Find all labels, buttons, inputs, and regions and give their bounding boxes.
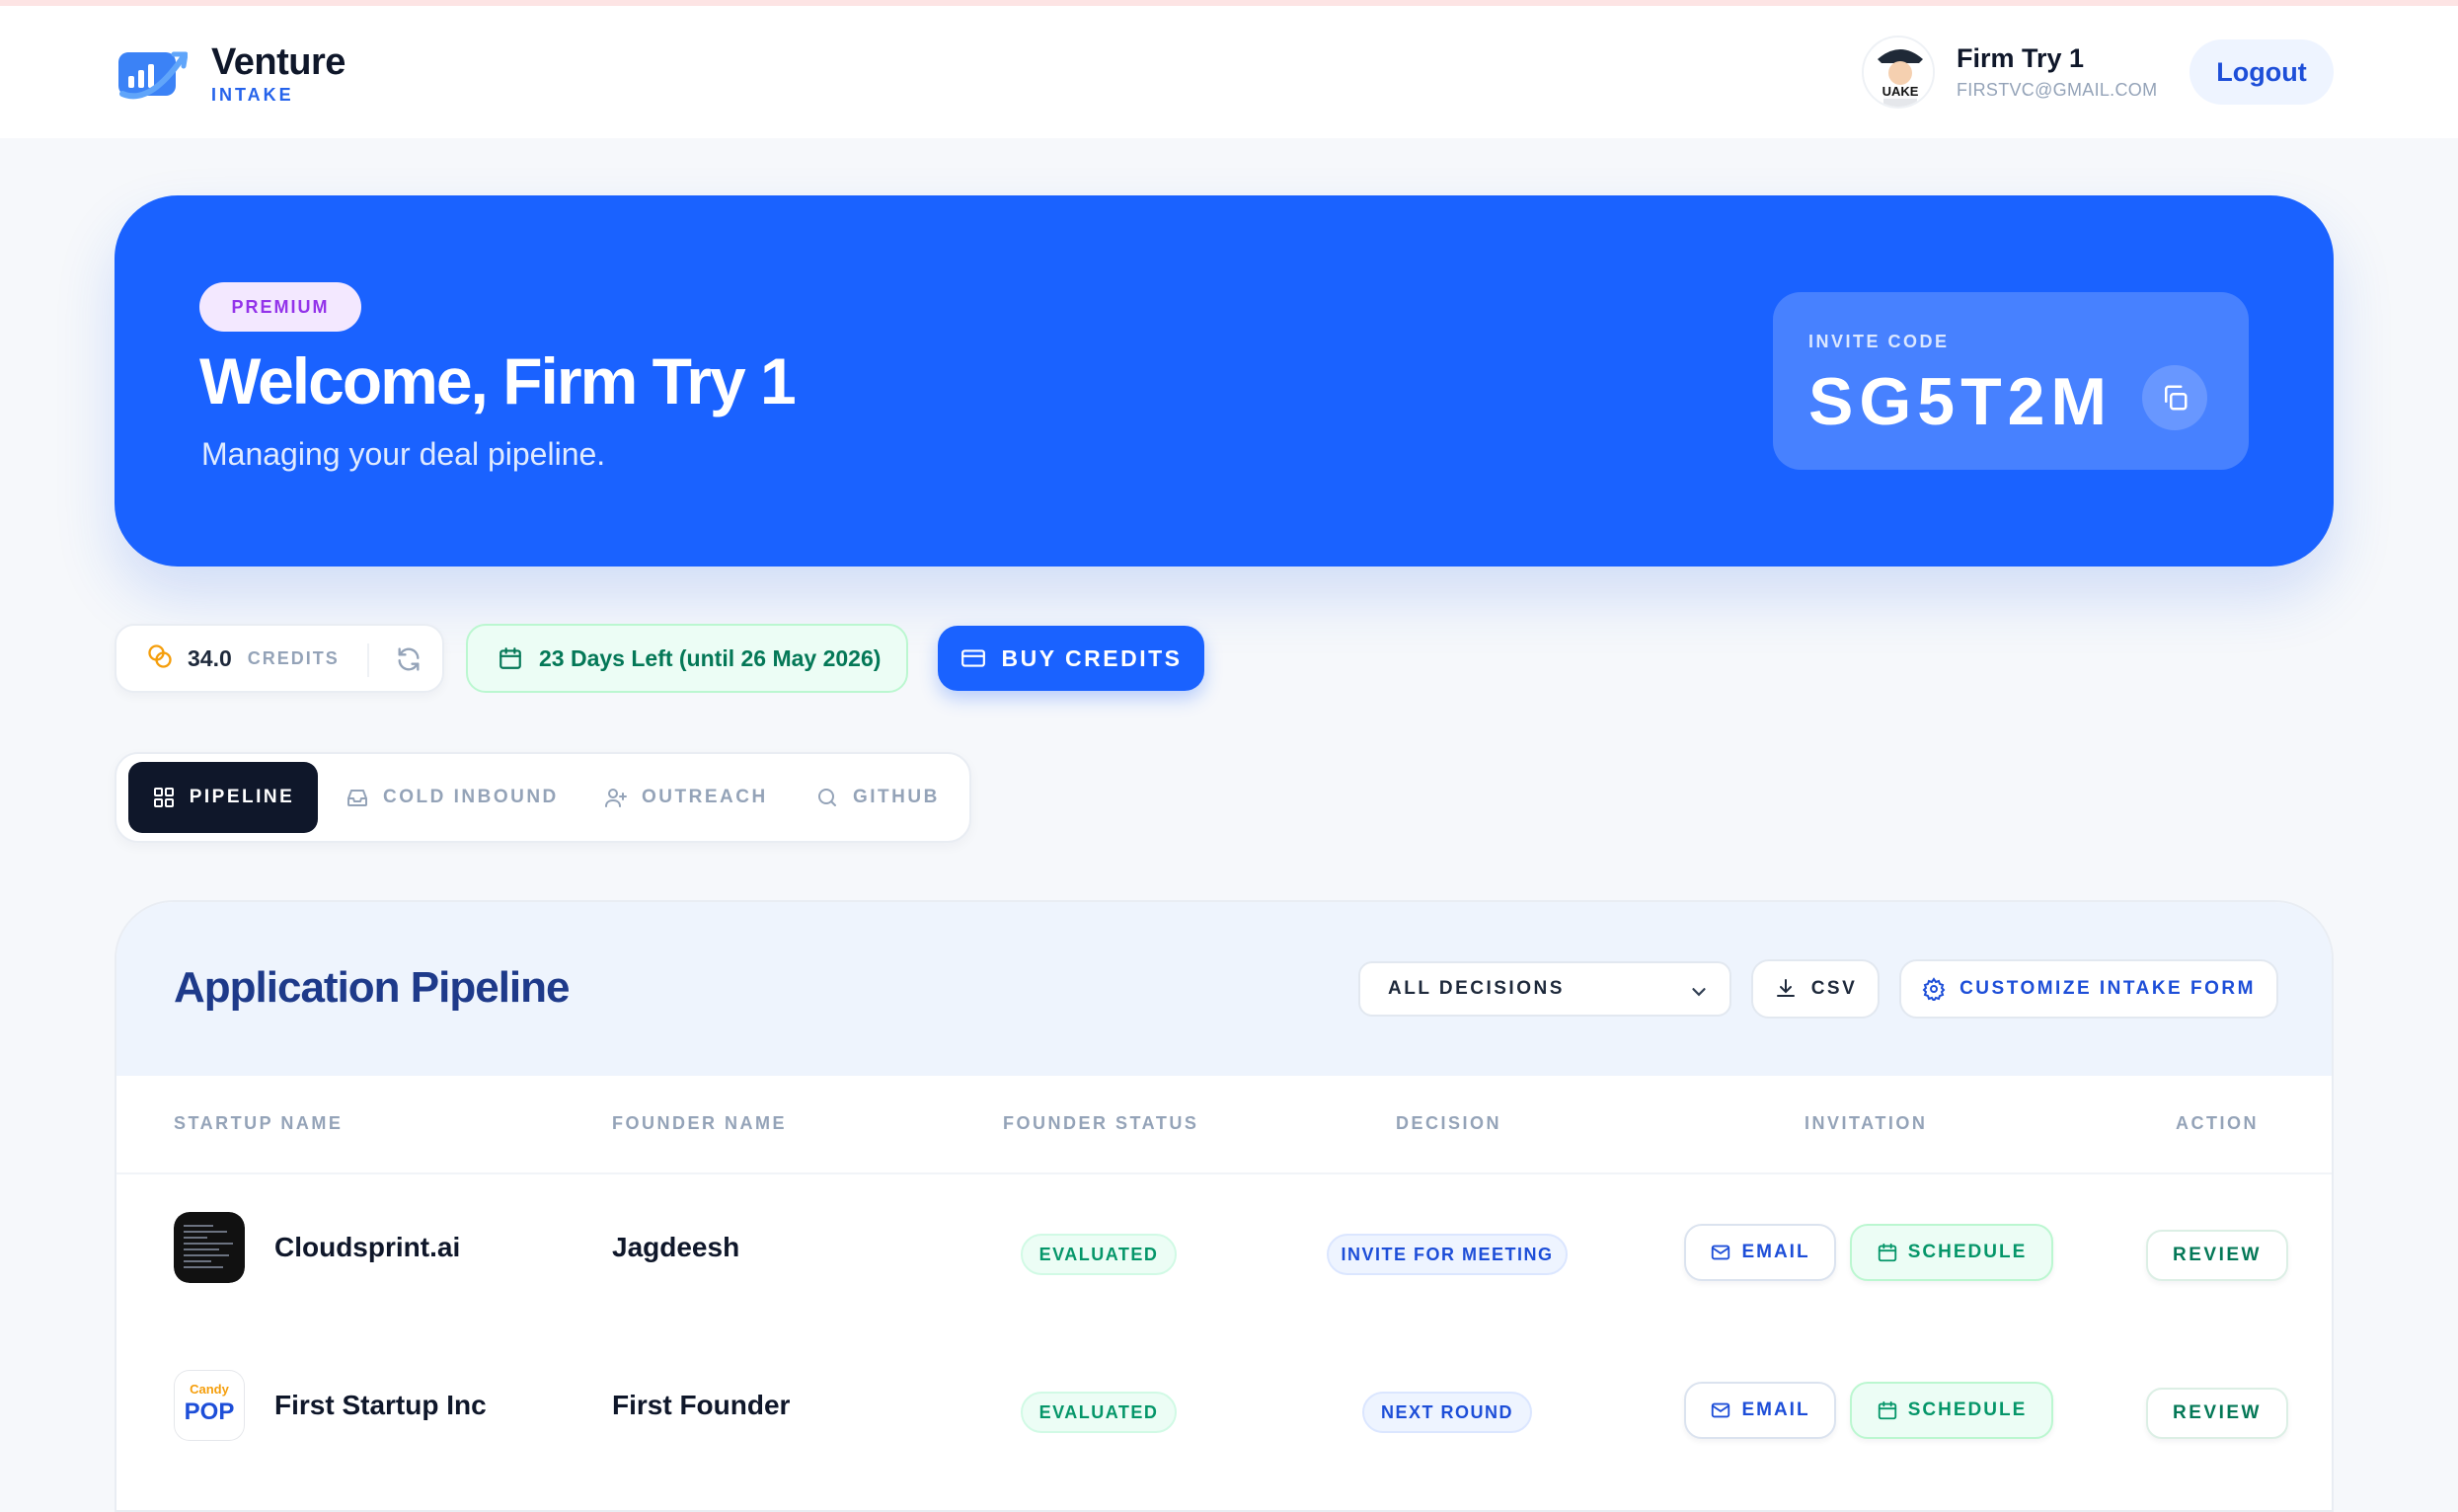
app-logo[interactable]: Venture INTAKE: [115, 41, 346, 106]
svg-text:UAKE: UAKE: [1882, 84, 1919, 99]
subscription-days-left: 23 Days Left (until 26 May 2026): [466, 624, 908, 693]
welcome-subtitle: Managing your deal pipeline.: [201, 436, 606, 472]
welcome-title: Welcome, Firm Try 1: [199, 344, 797, 417]
startup-name: First Startup Inc: [274, 1390, 487, 1420]
customize-label: CUSTOMIZE INTAKE FORM: [1959, 978, 2256, 999]
calendar-icon: [499, 647, 521, 669]
chevron-down-icon: [1692, 988, 1706, 997]
calendar-icon: [1878, 1243, 1896, 1262]
app-header: Venture INTAKE UAKE Firm Try 1 FIRSTVC@G…: [0, 6, 2458, 138]
customize-intake-form-button[interactable]: CUSTOMIZE INTAKE FORM: [1899, 959, 2278, 1019]
mail-icon: [1712, 1245, 1730, 1260]
mail-icon: [1712, 1402, 1730, 1418]
logo-chart-icon: [115, 46, 189, 102]
days-left-text: 23 Days Left (until 26 May 2026): [539, 644, 882, 671]
column-header-action: ACTION: [2176, 1113, 2259, 1133]
tab-github[interactable]: GITHUB: [815, 762, 940, 833]
column-header-founder-status: FOUNDER STATUS: [1003, 1113, 1199, 1133]
column-header-decision: DECISION: [1396, 1113, 1502, 1133]
column-header-invitation: INVITATION: [1805, 1113, 1928, 1133]
grid-icon: [153, 788, 174, 807]
status-badge: EVALUATED: [1021, 1234, 1177, 1275]
credits-label: CREDITS: [247, 647, 340, 668]
copy-invite-code-button[interactable]: [2142, 365, 2207, 430]
user-profile[interactable]: UAKE Firm Try 1 FIRSTVC@GMAIL.COM: [1862, 36, 2157, 109]
schedule-button[interactable]: SCHEDULE: [1850, 1382, 2053, 1439]
invite-code-label: INVITE CODE: [1808, 332, 1950, 351]
tab-github-label: GITHUB: [853, 787, 940, 807]
app-name: Venture: [211, 41, 346, 83]
user-plus-icon: [605, 789, 627, 807]
app-subtitle: INTAKE: [211, 85, 294, 105]
startup-logo: Candy POP: [174, 1370, 245, 1441]
welcome-banner: PREMIUM Welcome, Firm Try 1 Managing you…: [115, 195, 2334, 567]
premium-badge: PREMIUM: [199, 282, 361, 332]
credits-value: 34.0: [188, 644, 232, 671]
csv-export-button[interactable]: CSV: [1751, 959, 1880, 1019]
schedule-button-label: SCHEDULE: [1907, 1242, 2028, 1262]
startup-name: Cloudsprint.ai: [274, 1232, 461, 1262]
invite-code-value: SG5T2M: [1808, 364, 2113, 439]
calendar-icon: [1878, 1400, 1896, 1420]
svg-text:Candy: Candy: [190, 1382, 230, 1397]
gear-icon: [1922, 977, 1946, 1001]
invite-code-panel: INVITE CODE SG5T2M: [1773, 292, 2249, 470]
tab-cold-inbound[interactable]: COLD INBOUND: [346, 762, 559, 833]
review-button[interactable]: REVIEW: [2146, 1388, 2288, 1439]
tab-cold-inbound-label: COLD INBOUND: [383, 787, 559, 807]
divider: [367, 643, 369, 677]
svg-text:POP: POP: [185, 1399, 235, 1425]
tab-pipeline[interactable]: PIPELINE: [128, 762, 318, 833]
credit-card-icon: [960, 649, 985, 667]
table-row: Cloudsprint.ai Jagdeesh EVALUATED INVITE…: [116, 1174, 2332, 1313]
pipeline-header: Application Pipeline ALL DECISIONS CSV C…: [116, 902, 2332, 1076]
tab-pipeline-label: PIPELINE: [189, 787, 295, 807]
email-button[interactable]: EMAIL: [1684, 1382, 1836, 1439]
schedule-button[interactable]: SCHEDULE: [1850, 1224, 2053, 1281]
decision-filter-value: ALL DECISIONS: [1388, 978, 1565, 999]
copy-icon: [2165, 385, 2188, 411]
schedule-button-label: SCHEDULE: [1907, 1399, 2028, 1420]
decision-badge: NEXT ROUND: [1362, 1392, 1532, 1433]
status-badge: EVALUATED: [1021, 1392, 1177, 1433]
inbox-icon: [347, 790, 367, 806]
table-row: Candy POP First Startup Inc First Founde…: [116, 1332, 2332, 1471]
refresh-credits-icon[interactable]: [395, 645, 422, 678]
buy-credits-label: BUY CREDITS: [1001, 644, 1183, 671]
user-name: Firm Try 1: [1957, 43, 2085, 73]
csv-label: CSV: [1810, 978, 1858, 999]
column-header-founder: FOUNDER NAME: [612, 1113, 787, 1133]
founder-name: First Founder: [612, 1390, 791, 1420]
founder-name: Jagdeesh: [612, 1232, 740, 1262]
search-icon: [818, 789, 836, 806]
avatar: UAKE: [1862, 36, 1935, 109]
email-button-label: EMAIL: [1741, 1242, 1810, 1262]
decision-badge: INVITE FOR MEETING: [1327, 1234, 1568, 1275]
logout-button[interactable]: Logout: [2189, 39, 2334, 105]
tab-outreach-label: OUTREACH: [642, 787, 768, 807]
coins-icon: [146, 643, 174, 675]
column-header-startup: STARTUP NAME: [174, 1113, 344, 1133]
buy-credits-button[interactable]: BUY CREDITS: [938, 626, 1204, 691]
credits-balance: 34.0 CREDITS: [115, 624, 444, 693]
download-icon: [1776, 979, 1795, 997]
review-button[interactable]: REVIEW: [2146, 1230, 2288, 1281]
email-button[interactable]: EMAIL: [1684, 1224, 1836, 1281]
pipeline-card: Application Pipeline ALL DECISIONS CSV C…: [115, 900, 2334, 1512]
tab-outreach[interactable]: OUTREACH: [604, 762, 768, 833]
decision-filter-select[interactable]: ALL DECISIONS: [1358, 961, 1731, 1017]
email-button-label: EMAIL: [1741, 1399, 1810, 1420]
section-tabs: PIPELINE COLD INBOUND OUTREACH GITHUB: [115, 752, 971, 843]
user-email: FIRSTVC@GMAIL.COM: [1957, 80, 2158, 100]
pipeline-title: Application Pipeline: [174, 963, 570, 1012]
startup-logo: [174, 1212, 245, 1283]
